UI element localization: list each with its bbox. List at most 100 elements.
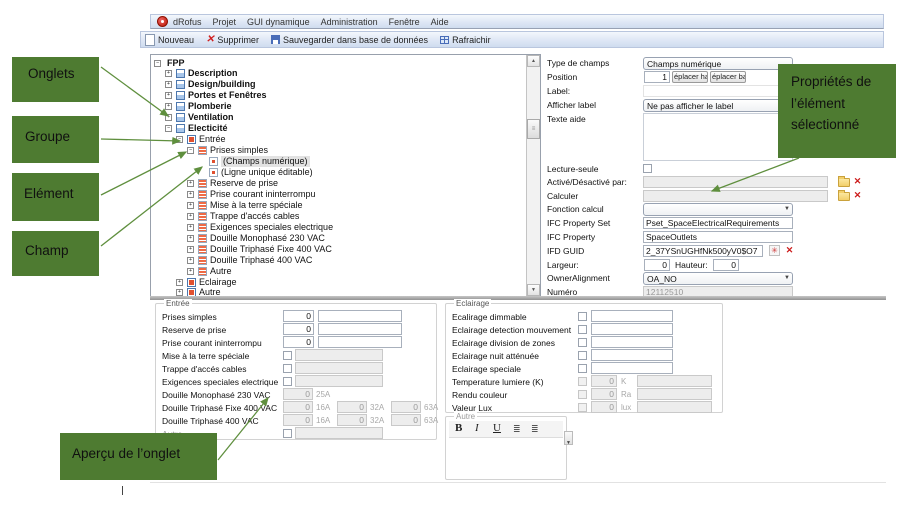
tree-item[interactable]: +Mise à la terre spéciale (151, 200, 526, 211)
collapse-expander-icon[interactable]: − (154, 60, 161, 67)
ifd-lookup-icon[interactable]: ✳ (769, 245, 780, 256)
tree-item[interactable]: +Description (151, 68, 526, 79)
autre-textarea[interactable] (449, 438, 563, 478)
afficher-label-select[interactable]: Ne pas afficher le label (643, 99, 793, 112)
browse-folder-icon[interactable] (838, 178, 850, 187)
tree-item[interactable]: +Douille Triphasé 400 VAC (151, 255, 526, 266)
menu-item-gui-dynamique[interactable]: GUI dynamique (247, 17, 310, 27)
numbered-list-icon[interactable]: ≣ (531, 425, 539, 434)
texte-aide-textarea[interactable] (643, 113, 793, 161)
text-input[interactable] (591, 323, 673, 335)
tree-item[interactable]: +Exigences speciales electrique (151, 222, 526, 233)
checkbox[interactable] (283, 377, 292, 386)
text-input[interactable] (318, 310, 402, 322)
checkbox[interactable] (578, 351, 587, 360)
collapse-expander-icon[interactable]: − (176, 136, 183, 143)
tree-item[interactable]: (Ligne unique éditable) (151, 167, 526, 178)
text-input[interactable] (591, 310, 673, 322)
clear-x-icon[interactable]: ✕ (784, 245, 795, 256)
position-input[interactable]: 1 (644, 71, 670, 83)
collapse-expander-icon[interactable]: − (187, 147, 194, 154)
text-input[interactable] (591, 336, 673, 348)
number-input[interactable]: 0 (283, 336, 314, 348)
scroll-up-button[interactable]: ▲ (527, 55, 540, 67)
scroll-down-button[interactable]: ▼ (527, 284, 540, 296)
tree-item[interactable]: +Plomberie (151, 101, 526, 112)
clear-x-icon[interactable]: ✕ (852, 176, 863, 187)
tree-item[interactable]: +Portes et Fenêtres (151, 90, 526, 101)
expand-expander-icon[interactable]: + (165, 114, 172, 121)
checkbox[interactable] (578, 364, 587, 373)
collapse-expander-icon[interactable]: − (165, 125, 172, 132)
active-desactive-input[interactable] (643, 176, 828, 188)
lecture-seule-checkbox[interactable] (643, 164, 652, 173)
menu-item-aide[interactable]: Aide (431, 17, 449, 27)
tree-item[interactable]: +Reserve de prise (151, 178, 526, 189)
tree-item[interactable]: (Champs numérique) (151, 156, 526, 167)
clear-x-icon[interactable]: ✕ (852, 190, 863, 201)
expand-expander-icon[interactable]: + (165, 92, 172, 99)
expand-expander-icon[interactable]: + (187, 202, 194, 209)
menu-item-drofus[interactable]: dRofus (173, 17, 202, 27)
checkbox[interactable] (578, 403, 587, 412)
menu-item-fenetre[interactable]: Fenêtre (389, 17, 420, 27)
checkbox[interactable] (578, 312, 587, 321)
expand-expander-icon[interactable]: + (187, 191, 194, 198)
bullet-list-icon[interactable]: ≣ (513, 425, 521, 434)
expand-expander-icon[interactable]: + (187, 268, 194, 275)
move-down-button[interactable]: éplacer ba (710, 71, 746, 83)
bold-button[interactable]: B (455, 422, 462, 434)
tree-scrollbar[interactable]: ▲ ≡ ▼ (526, 55, 540, 296)
move-up-button[interactable]: éplacer ha (672, 71, 708, 83)
menu-item-projet[interactable]: Projet (213, 17, 237, 27)
text-input[interactable] (318, 336, 402, 348)
browse-folder-icon[interactable] (838, 192, 850, 201)
text-input[interactable] (591, 362, 673, 374)
save-to-database-button[interactable]: Sauvegarder dans base de données (271, 35, 428, 45)
owner-alignment-select[interactable]: OA_NO▼ (643, 272, 793, 285)
checkbox[interactable] (283, 364, 292, 373)
checkbox[interactable] (578, 377, 587, 386)
expand-expander-icon[interactable]: + (187, 224, 194, 231)
ifc-property-input[interactable]: SpaceOutlets (643, 231, 793, 243)
tree-item[interactable]: +Ventilation (151, 112, 526, 123)
tree-item[interactable]: −Prises simples (151, 145, 526, 156)
checkbox[interactable] (578, 390, 587, 399)
checkbox[interactable] (283, 351, 292, 360)
tree-item[interactable]: −FPP (151, 58, 526, 69)
label-input[interactable] (643, 85, 793, 97)
ifd-guid-input[interactable]: 2_37YSnUGHfNk500yV0$O7 (643, 245, 763, 257)
checkbox[interactable] (578, 325, 587, 334)
new-button[interactable]: Nouveau (145, 34, 194, 46)
expand-expander-icon[interactable]: + (165, 81, 172, 88)
tree-item[interactable]: −Entrée (151, 134, 526, 145)
tree-item[interactable]: +Prise courant ininterrompu (151, 189, 526, 200)
tree-item[interactable]: +Trappe d'accés cables (151, 211, 526, 222)
editor-overflow-button[interactable]: ▼ (564, 431, 573, 445)
expand-expander-icon[interactable]: + (187, 257, 194, 264)
largeur-input[interactable]: 0 (644, 259, 670, 271)
underline-button[interactable]: U (493, 422, 501, 434)
refresh-button[interactable]: Rafraichir (440, 35, 491, 45)
checkbox[interactable] (578, 338, 587, 347)
tree-item[interactable]: −Electicité (151, 123, 526, 134)
calculer-input[interactable] (643, 190, 828, 202)
expand-expander-icon[interactable]: + (187, 180, 194, 187)
fonction-calcul-select[interactable]: ▼ (643, 203, 793, 216)
tree-item[interactable]: +Eclairage (151, 277, 526, 288)
text-input[interactable] (591, 349, 673, 361)
ifc-property-set-input[interactable]: Pset_SpaceElectricalRequirements (643, 217, 793, 229)
delete-button[interactable]: ✕ Supprimer (206, 35, 259, 45)
expand-expander-icon[interactable]: + (165, 70, 172, 77)
expand-expander-icon[interactable]: + (176, 279, 183, 286)
tree-item[interactable]: +Douille Triphasé Fixe 400 VAC (151, 244, 526, 255)
menu-item-administration[interactable]: Administration (321, 17, 378, 27)
tree-item[interactable]: +Douille Monophasé 230 VAC (151, 233, 526, 244)
checkbox[interactable] (283, 429, 292, 438)
expand-expander-icon[interactable]: + (187, 246, 194, 253)
expand-expander-icon[interactable]: + (165, 103, 172, 110)
tree-item[interactable]: +Design/building (151, 79, 526, 90)
type-de-champs-select[interactable]: Champs numérique (643, 57, 793, 70)
italic-button[interactable]: I (475, 422, 479, 434)
tree-item[interactable]: +Autre (151, 266, 526, 277)
